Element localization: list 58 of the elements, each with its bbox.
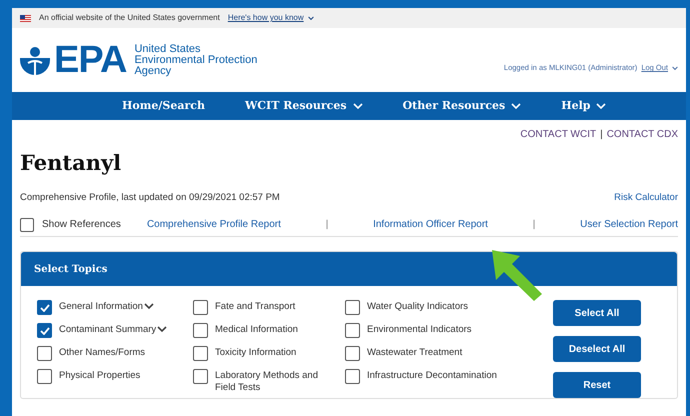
how-you-know-link[interactable]: Here's how you know (228, 12, 314, 24)
topic-checkbox[interactable] (37, 369, 52, 384)
topic-label: Infrastructure Decontamination (367, 369, 497, 382)
topic-checkbox[interactable] (345, 369, 360, 384)
topic-label: Environmental Indicators (367, 323, 472, 336)
us-flag-icon (20, 14, 31, 22)
topic-checkbox[interactable] (37, 300, 52, 316)
nav-menu-item[interactable]: Home/Search (122, 98, 205, 114)
report-link[interactable]: Information Officer Report (373, 217, 488, 232)
agency-name-line: United States (134, 44, 202, 54)
report-link[interactable]: Comprehensive Profile Report (146, 217, 281, 232)
topic-checkbox[interactable] (193, 369, 208, 384)
nav-menu-item[interactable]: WCIT Resources (244, 98, 363, 114)
topic-label: Wastewater Treatment (367, 346, 462, 360)
chevron-down-icon (672, 66, 678, 70)
agency-name-line: Agency (134, 66, 172, 76)
topic-checkbox[interactable] (345, 323, 360, 338)
agency-name-line: Environmental Protection (134, 54, 258, 66)
show-references-checkbox[interactable] (20, 218, 34, 232)
topic-checkbox[interactable] (37, 323, 52, 338)
select-topics-header: Select Topics (21, 252, 677, 286)
topic-label: Fate and Transport (215, 300, 296, 314)
topic-label: Physical Properties (59, 369, 140, 382)
topic-checkbox[interactable] (193, 346, 208, 362)
contact-link[interactable]: CONTACT CDX (606, 127, 678, 142)
topic-action-button[interactable]: Select All (553, 300, 641, 326)
epa-logo-text: EPA (54, 41, 126, 79)
topic-label: General Information (59, 300, 143, 314)
checkmark-icon (40, 304, 50, 312)
profile-subtitle: Comprehensive Profile, last updated on 09/29/2021 02:57 PM (20, 191, 280, 205)
link-separator: | (326, 218, 328, 232)
contact-link[interactable]: CONTACT WCIT (520, 127, 596, 142)
topic-label: Water Quality Indicators (367, 300, 468, 314)
link-separator: | (532, 218, 536, 232)
topic-label: Laboratory Methods and Field Tests (215, 369, 319, 394)
topic-checkbox[interactable] (345, 300, 360, 316)
risk-calculator-link[interactable]: Risk Calculator (614, 191, 678, 206)
page-title: Fentanyl (20, 152, 122, 173)
topic-label: Contaminant Summary (59, 323, 156, 336)
show-references-label: Show References (42, 218, 121, 232)
link-separator: | (600, 128, 603, 142)
chevron-down-icon (308, 16, 314, 20)
nav-menu-item[interactable]: Help (561, 98, 606, 114)
topic-label: Medical Information (215, 323, 298, 336)
topic-checkbox[interactable] (193, 323, 208, 338)
checkmark-icon (40, 326, 50, 335)
topic-label: Other Names/Forms (59, 346, 146, 360)
epa-logo-icon (20, 45, 50, 75)
topic-checkbox[interactable] (37, 346, 52, 362)
topic-checkbox[interactable] (345, 346, 360, 362)
report-link[interactable]: User Selection Report (580, 217, 678, 232)
nav-menu-item[interactable]: Other Resources (402, 98, 522, 114)
topic-action-button[interactable]: Deselect All (553, 336, 641, 362)
topic-label: Toxicity Information (215, 346, 296, 360)
gov-banner-text: An official website of the United States government (39, 12, 220, 24)
topic-checkbox[interactable] (193, 300, 208, 316)
pointer-arrow-icon (490, 248, 544, 302)
topic-action-button[interactable]: Reset (553, 372, 641, 398)
